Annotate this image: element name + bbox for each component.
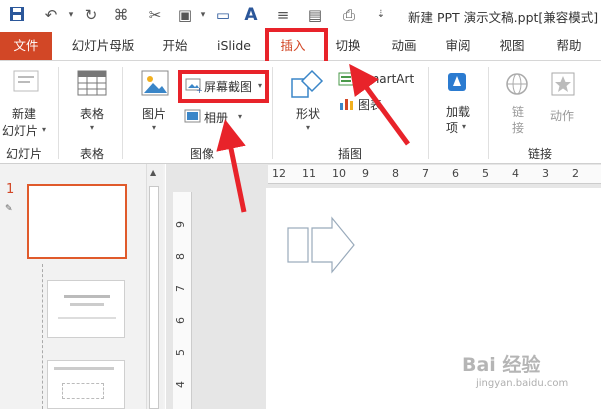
watermark-url: jingyan.baidu.com <box>476 378 569 389</box>
red-arrow-annotations <box>216 63 411 213</box>
watermark: Bai 经验 <box>462 354 541 376</box>
